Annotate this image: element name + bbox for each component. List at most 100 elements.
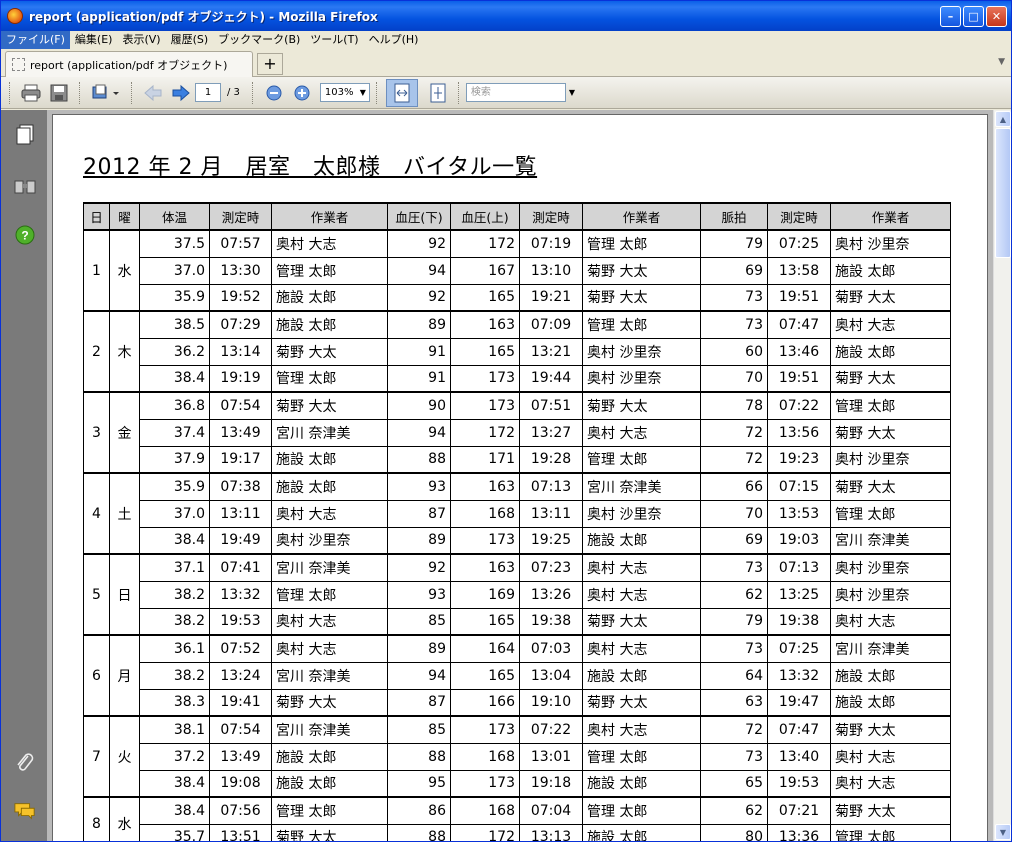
temp-staff-cell: 施設 太郎: [271, 742, 388, 771]
day-cell: 5: [83, 553, 110, 636]
menu-edit[interactable]: 編集(E): [70, 31, 118, 49]
pulse-time-cell: 07:13: [767, 553, 831, 582]
temp-staff-cell: 管理 太郎: [271, 364, 388, 393]
temp-staff-cell: 奥村 大志: [271, 607, 388, 636]
previous-page-icon[interactable]: [141, 81, 165, 105]
temp-staff-cell: 宮川 奈津美: [271, 418, 388, 447]
search-input[interactable]: 検索: [465, 83, 566, 102]
bp-time-cell: 13:10: [519, 256, 583, 285]
table-row: 35.7 13:51 菊野 大太 88 172 13:13 施設 太郎 80 13:36 管理 太…: [84, 823, 951, 841]
bp-low-cell: 94: [387, 418, 451, 447]
menu-help[interactable]: ヘルプ(H): [364, 31, 424, 49]
new-tab-button[interactable]: +: [257, 53, 283, 75]
print-icon[interactable]: [19, 81, 43, 105]
pulse-cell: 79: [700, 607, 768, 636]
scrollbar-thumb[interactable]: [995, 128, 1011, 258]
menu-bookmarks[interactable]: ブックマーク(B): [213, 31, 305, 49]
page-number-input[interactable]: 1: [195, 83, 221, 102]
pulse-cell: 60: [700, 337, 768, 366]
table-row: 5 日 37.1 07:41 宮川 奈津美 92 163 07:23 奥村 大志 73 07:13 奥…: [83, 553, 951, 636]
pulse-staff-cell: 菊野 大太: [830, 472, 951, 501]
pulse-staff-cell: 施設 太郎: [830, 337, 951, 366]
comments-icon[interactable]: [14, 800, 36, 822]
zoom-out-icon[interactable]: [262, 81, 286, 105]
temp-staff-cell: 宮川 奈津美: [271, 553, 388, 582]
pulse-cell: 78: [700, 391, 768, 420]
pulse-staff-cell: 奥村 大志: [830, 742, 951, 771]
table-row: 38.4 19:49 奥村 沙里奈 89 173 19:25 施設 太郎 69 19:03 宮川 …: [84, 526, 951, 555]
bp-staff-cell: 施設 太郎: [582, 526, 701, 555]
pulse-staff-cell: 宮川 奈津美: [830, 526, 951, 555]
pages-panel-icon[interactable]: [14, 124, 36, 146]
bp-low-cell: 89: [387, 310, 451, 339]
scroll-up-icon[interactable]: ▲: [995, 111, 1011, 127]
pulse-time-cell: 07:21: [767, 796, 831, 825]
zoom-in-icon[interactable]: [290, 81, 314, 105]
close-button[interactable]: ✕: [986, 5, 1007, 27]
page-setup-icon[interactable]: [89, 81, 123, 105]
minimize-button[interactable]: –: [940, 5, 961, 27]
header-weekday: 曜: [109, 202, 140, 231]
menu-file[interactable]: ファイル(F): [1, 31, 70, 49]
bp-high-cell: 173: [450, 769, 520, 798]
pulse-time-cell: 07:47: [767, 715, 831, 744]
zoom-select[interactable]: 103% ▼: [319, 83, 370, 102]
save-icon[interactable]: [47, 81, 71, 105]
scroll-down-icon[interactable]: ▼: [995, 824, 1011, 840]
tab-report[interactable]: report (application/pdf オブジェクト): [5, 51, 253, 77]
bp-time-cell: 07:51: [519, 391, 583, 420]
document-viewport[interactable]: 2012 年 2 月 居室 太郎様 バイタル一覧 日 曜 体温 測定時 作業者 …: [47, 110, 993, 841]
bp-time-cell: 07:09: [519, 310, 583, 339]
bp-low-cell: 93: [387, 472, 451, 501]
bookmarks-panel-icon[interactable]: [14, 176, 36, 198]
next-page-icon[interactable]: [169, 81, 193, 105]
vertical-scrollbar[interactable]: ▲ ▼: [993, 110, 1011, 841]
menu-view[interactable]: 表示(V): [117, 31, 165, 49]
bp-time-cell: 07:23: [519, 553, 583, 582]
pulse-cell: 63: [700, 688, 768, 717]
weekday-cell: 金: [109, 391, 140, 474]
bp-time-cell: 07:22: [519, 715, 583, 744]
tab-list-icon[interactable]: ▼: [998, 57, 1005, 67]
menu-history[interactable]: 履歴(S): [166, 31, 214, 49]
bp-staff-cell: 菊野 大太: [582, 283, 701, 312]
temp-time-cell: 07:29: [209, 310, 272, 339]
pulse-time-cell: 13:56: [767, 418, 831, 447]
temp-staff-cell: 菊野 大太: [271, 391, 388, 420]
bp-low-cell: 94: [387, 256, 451, 285]
maximize-button[interactable]: □: [963, 5, 984, 27]
search-dropdown-icon[interactable]: ▼: [569, 88, 575, 97]
pulse-cell: 62: [700, 580, 768, 609]
toolbar-separator: [79, 81, 81, 104]
bp-low-cell: 89: [387, 634, 451, 663]
bp-low-cell: 92: [387, 553, 451, 582]
tab-bar: report (application/pdf オブジェクト) + ▼: [1, 49, 1011, 77]
temperature-cell: 37.9: [139, 445, 210, 474]
bp-high-cell: 172: [450, 823, 520, 841]
temperature-cell: 36.8: [139, 391, 210, 420]
attachment-icon[interactable]: [14, 752, 36, 774]
title-bar[interactable]: report (application/pdf オブジェクト) - Mozill…: [1, 1, 1011, 31]
table-row: 35.9 19:52 施設 太郎 92 165 19:21 菊野 大太 73 19:51 菊野 大…: [84, 283, 951, 312]
bp-high-cell: 163: [450, 472, 520, 501]
fit-page-icon[interactable]: [426, 81, 450, 105]
fit-width-icon[interactable]: [385, 78, 418, 107]
pulse-time-cell: 13:58: [767, 256, 831, 285]
pulse-cell: 72: [700, 418, 768, 447]
bp-time-cell: 13:04: [519, 661, 583, 690]
bp-staff-cell: 管理 太郎: [582, 742, 701, 771]
temp-time-cell: 07:54: [209, 715, 272, 744]
temp-staff-cell: 菊野 大太: [271, 337, 388, 366]
pulse-time-cell: 13:32: [767, 661, 831, 690]
page-icon: [12, 58, 25, 71]
bp-time-cell: 19:21: [519, 283, 583, 312]
pulse-staff-cell: 宮川 奈津美: [830, 634, 951, 663]
pulse-time-cell: 07:15: [767, 472, 831, 501]
header-pulse-time: 測定時: [767, 202, 831, 231]
menu-tools[interactable]: ツール(T): [305, 31, 363, 49]
temperature-cell: 38.2: [139, 607, 210, 636]
temperature-cell: 38.1: [139, 715, 210, 744]
help-icon[interactable]: ?: [14, 224, 36, 246]
bp-staff-cell: 奥村 大志: [582, 553, 701, 582]
day-cell: 1: [83, 229, 110, 312]
